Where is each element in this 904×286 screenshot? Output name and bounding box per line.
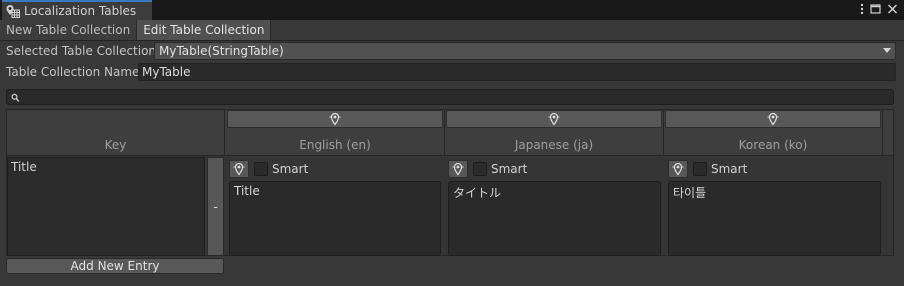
column-header-japanese: Japanese (ja) <box>445 110 664 156</box>
locale-settings-button[interactable] <box>665 110 881 128</box>
locale-icon <box>548 112 560 126</box>
translation-field[interactable]: タイトル <box>448 181 661 256</box>
localization-table: Key English (en) Japanese (ja) Korean (k… <box>6 109 894 256</box>
key-field[interactable]: Title <box>7 157 205 256</box>
locale-settings-button[interactable] <box>446 110 662 128</box>
search-icon <box>11 92 20 106</box>
smart-checkbox[interactable] <box>254 162 268 176</box>
entry-settings-button[interactable] <box>448 160 468 178</box>
column-header-label: Japanese (ja) <box>514 138 594 152</box>
column-header-korean: Korean (ko) <box>664 110 883 156</box>
table-cell-english: Smart Title <box>229 157 441 256</box>
close-icon[interactable] <box>887 2 898 16</box>
window-titlebar: Localization Tables <box>0 0 904 20</box>
smart-checkbox[interactable] <box>693 162 707 176</box>
key-column-header: Key <box>7 110 225 156</box>
column-header-label: English (en) <box>299 138 371 152</box>
locale-icon <box>233 162 245 176</box>
more-icon[interactable] <box>860 2 864 16</box>
selected-collection-value: MyTable(StringTable) <box>159 44 284 58</box>
entry-settings-button[interactable] <box>668 160 688 178</box>
tab-edit-table-collection[interactable]: Edit Table Collection <box>137 20 272 40</box>
key-header-label: Key <box>104 138 127 152</box>
locale-icon <box>452 162 464 176</box>
smart-label: Smart <box>491 162 528 176</box>
translation-field[interactable]: 타이틀 <box>668 181 881 256</box>
translation-field[interactable]: Title <box>229 181 441 256</box>
tab-new-table-collection[interactable]: New Table Collection <box>0 20 138 40</box>
table-header: Key English (en) Japanese (ja) Korean (k… <box>7 110 893 156</box>
collection-name-label: Table Collection Name <box>6 65 140 79</box>
remove-entry-button[interactable]: - <box>207 157 224 256</box>
collection-name-field[interactable]: MyTable <box>138 63 896 81</box>
maximize-icon[interactable] <box>870 2 881 16</box>
localization-table-icon <box>6 4 20 18</box>
table-cell-japanese: Smart タイトル <box>448 157 661 256</box>
window-title: Localization Tables <box>24 4 137 18</box>
smart-label: Smart <box>272 162 309 176</box>
entry-settings-button[interactable] <box>229 160 249 178</box>
search-input[interactable] <box>6 89 894 105</box>
smart-checkbox[interactable] <box>473 162 487 176</box>
table-cell-korean: Smart 타이틀 <box>668 157 881 256</box>
selected-collection-dropdown[interactable]: MyTable(StringTable) <box>154 42 896 60</box>
smart-label: Smart <box>711 162 748 176</box>
locale-settings-button[interactable] <box>227 110 443 128</box>
locale-icon <box>672 162 684 176</box>
add-new-entry-button[interactable]: Add New Entry <box>6 258 224 274</box>
tabs-divider <box>0 40 904 41</box>
locale-icon <box>767 112 779 126</box>
window-tab[interactable]: Localization Tables <box>2 0 152 20</box>
dropdown-arrow-icon <box>883 48 891 53</box>
column-header-english: English (en) <box>226 110 445 156</box>
locale-icon <box>329 112 341 126</box>
collection-tabs: New Table Collection Edit Table Collecti… <box>0 20 272 40</box>
column-header-label: Korean (ko) <box>738 138 808 152</box>
selected-collection-label: Selected Table Collection <box>6 44 157 58</box>
